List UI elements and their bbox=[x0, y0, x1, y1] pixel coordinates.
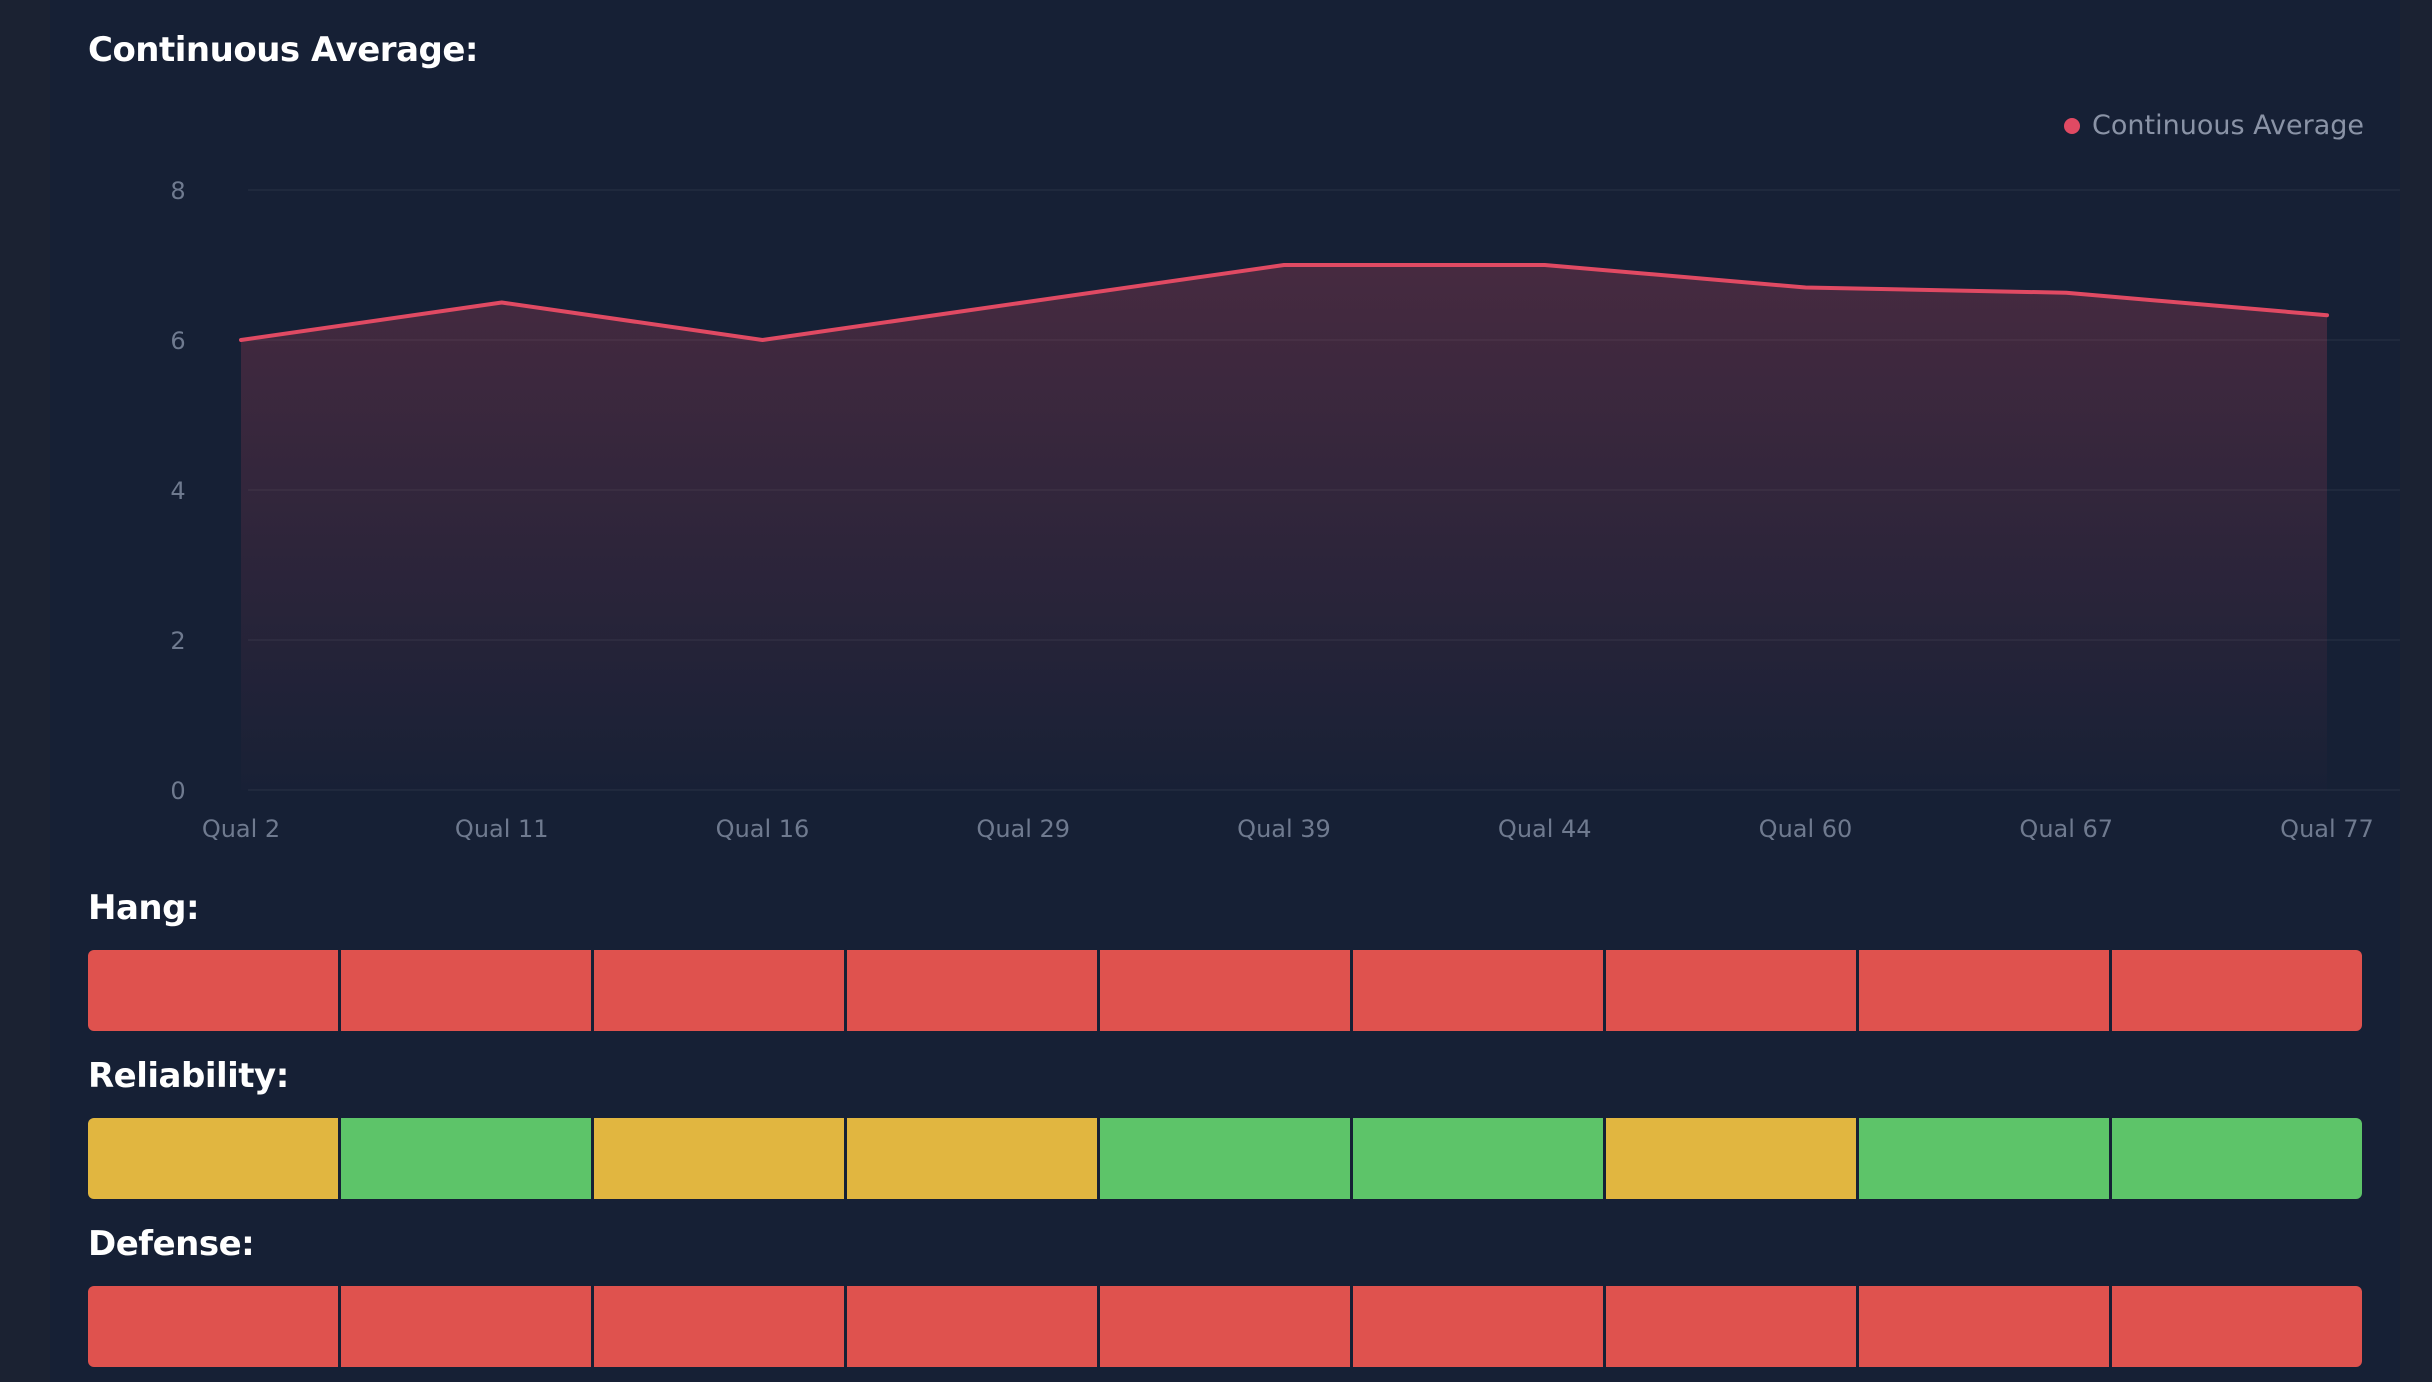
rating-cell bbox=[1859, 950, 2109, 1031]
defense-title: Defense: bbox=[88, 1224, 255, 1264]
rating-cell bbox=[2112, 1118, 2362, 1199]
rating-cell bbox=[847, 950, 1097, 1031]
hang-title: Hang: bbox=[88, 888, 200, 928]
rating-cell bbox=[1353, 1118, 1603, 1199]
x-tick-label: Qual 29 bbox=[976, 815, 1070, 843]
y-tick-label: 2 bbox=[170, 627, 185, 655]
defense-strip bbox=[88, 1286, 2362, 1367]
rating-cell bbox=[1859, 1118, 2109, 1199]
chart-svg: 0 2 4 6 8 Qual 2 Qual 11 Qual 16 Qual 29 Qual 39 Q… bbox=[170, 177, 2400, 843]
x-tick-label: Qual 44 bbox=[1498, 815, 1592, 843]
x-tick-label: Qual 11 bbox=[455, 815, 549, 843]
rating-cell bbox=[847, 1118, 1097, 1199]
rating-cell bbox=[594, 1118, 844, 1199]
reliability-title: Reliability: bbox=[88, 1056, 289, 1096]
rating-cell bbox=[1100, 950, 1350, 1031]
x-tick-label: Qual 16 bbox=[716, 815, 810, 843]
rating-cell bbox=[88, 1118, 338, 1199]
data-point bbox=[239, 338, 243, 342]
x-tick-label: Qual 67 bbox=[2019, 815, 2113, 843]
data-point bbox=[1021, 301, 1025, 304]
rating-cell bbox=[1606, 950, 1856, 1031]
rating-cell bbox=[1100, 1286, 1350, 1367]
rating-cell bbox=[594, 950, 844, 1031]
rating-cell bbox=[1606, 1286, 1856, 1367]
rating-cell bbox=[1353, 950, 1603, 1031]
rating-cell bbox=[594, 1286, 844, 1367]
reliability-strip bbox=[88, 1118, 2362, 1199]
stats-card: Continuous Average: 0 2 4 6 8 Qual 2 Qual 11 Qu… bbox=[50, 0, 2400, 1382]
x-tick-label: Qual 2 bbox=[202, 815, 280, 843]
data-point bbox=[2064, 291, 2068, 295]
rating-cell bbox=[1353, 1286, 1603, 1367]
x-tick-label: Qual 77 bbox=[2280, 815, 2374, 843]
series-area bbox=[241, 265, 2327, 790]
x-tick-label: Qual 60 bbox=[1759, 815, 1853, 843]
y-tick-label: 0 bbox=[170, 777, 185, 805]
rating-cell bbox=[1859, 1286, 2109, 1367]
continuous-average-chart: 0 2 4 6 8 Qual 2 Qual 11 Qual 16 Qual 29 Qual 39 Q… bbox=[50, 0, 2400, 880]
legend-label: Continuous Average bbox=[2092, 110, 2364, 141]
page: Continuous Average: 0 2 4 6 8 Qual 2 Qual 11 Qu… bbox=[0, 0, 2432, 1382]
rating-cell bbox=[88, 950, 338, 1031]
legend-swatch bbox=[2064, 117, 2081, 134]
rating-cell bbox=[341, 1118, 591, 1199]
data-point bbox=[1804, 286, 1807, 289]
rating-cell bbox=[341, 950, 591, 1031]
rating-cell bbox=[88, 1286, 338, 1367]
data-point bbox=[500, 301, 504, 304]
y-tick-label: 6 bbox=[170, 327, 185, 355]
rating-cell bbox=[1606, 1118, 1856, 1199]
x-tick-label: Qual 39 bbox=[1237, 815, 1331, 843]
rating-cell bbox=[1100, 1118, 1350, 1199]
data-point bbox=[761, 338, 764, 342]
data-point bbox=[1543, 263, 1547, 267]
rating-cell bbox=[2112, 950, 2362, 1031]
rating-cell bbox=[2112, 1286, 2362, 1367]
y-tick-label: 4 bbox=[170, 477, 185, 505]
data-point bbox=[1282, 263, 1286, 267]
rating-cell bbox=[847, 1286, 1097, 1367]
y-tick-label: 8 bbox=[170, 177, 185, 205]
data-point bbox=[2325, 313, 2329, 317]
chart-legend[interactable]: Continuous Average bbox=[2064, 110, 2364, 141]
rating-cell bbox=[341, 1286, 591, 1367]
hang-strip bbox=[88, 950, 2362, 1031]
